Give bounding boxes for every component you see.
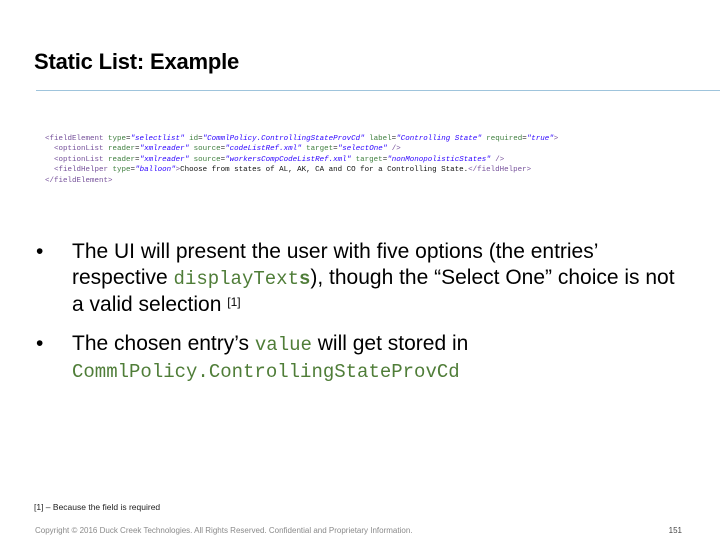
- code-token-attr: label: [369, 135, 392, 143]
- code-token-attr: target: [355, 155, 383, 164]
- code-line: <optionList reader="xmlreader" source="c…: [45, 144, 558, 154]
- code-token-tag: >: [553, 135, 559, 143]
- code-token-attr: source: [193, 145, 221, 154]
- bullet-list: • The UI will present the user with five…: [36, 239, 676, 398]
- inline-code-plural-suffix: s: [298, 268, 311, 290]
- code-token-tag: <optionList: [54, 145, 109, 154]
- code-token-attr: reader: [108, 155, 136, 164]
- code-token-val: "xmlreader": [139, 155, 190, 164]
- footnote: [1] – Because the field is required: [34, 502, 161, 512]
- code-line: <fieldElement type="selectlist" id="Comm…: [45, 134, 558, 144]
- footnote-reference: [1]: [227, 295, 241, 309]
- code-token-val: "workersCompCodeListRef.xml": [225, 155, 352, 164]
- code-line: <optionList reader="xmlreader" source="w…: [45, 155, 558, 165]
- bullet-item-value: • The chosen entry’s value will get stor…: [36, 331, 676, 385]
- code-token-attr: target: [306, 145, 334, 154]
- code-token-tag: <optionList: [54, 155, 109, 164]
- code-token-val: "selectlist": [130, 135, 185, 143]
- code-token-val: "balloon": [135, 166, 176, 175]
- code-token-val: "CommlPolicy.ControllingStateProvCd": [202, 135, 365, 143]
- copyright-footer: Copyright © 2016 Duck Creek Technologies…: [35, 526, 413, 535]
- slide-title: Static List: Example: [34, 49, 240, 74]
- code-token-val: "xmlreader": [139, 145, 190, 154]
- code-token-val: "Controlling State": [396, 135, 482, 143]
- code-token-text: Choose from states of AL, AK, CA and CO …: [180, 166, 469, 175]
- code-line: <fieldHelper type="balloon">Choose from …: [45, 165, 558, 175]
- inline-code-value: value: [254, 334, 312, 356]
- code-token-tag: </fieldElement>: [45, 176, 113, 185]
- bullet-marker: •: [36, 332, 44, 355]
- code-token-attr: reader: [108, 145, 136, 154]
- code-token-attr: source: [193, 155, 221, 164]
- code-token-val: "codeListRef.xml": [225, 145, 302, 154]
- xml-code-sample: <fieldElement type="selectlist" id="Comm…: [45, 134, 558, 186]
- code-token-val: "true": [526, 135, 554, 143]
- code-token-attr: type: [108, 135, 127, 143]
- bullet-text: will get stored in: [311, 332, 469, 355]
- code-token-tag: <fieldHelper: [54, 166, 113, 175]
- title-divider: [36, 90, 720, 91]
- code-line: </fieldElement>: [45, 176, 558, 186]
- code-token-tag: />: [387, 145, 401, 154]
- bullet-marker: •: [36, 240, 44, 263]
- code-token-tag: </fieldHelper>: [468, 166, 532, 175]
- page-number: 151: [668, 526, 682, 535]
- code-token-val: "nonMonopolisticStates": [387, 155, 491, 164]
- code-token-tag: <fieldElement: [45, 135, 109, 143]
- inline-code-displaytext: displayText: [173, 268, 299, 290]
- code-token-attr: required: [486, 135, 523, 143]
- inline-code-field-id: CommlPolicy.ControllingStateProvCd: [72, 361, 460, 383]
- bullet-item-options: • The UI will present the user with five…: [36, 239, 676, 318]
- code-token-val: "selectOne": [337, 145, 388, 154]
- bullet-text: The chosen entry’s: [72, 332, 255, 355]
- code-token-attr: id: [189, 135, 199, 143]
- code-token-attr: type: [112, 166, 131, 175]
- code-token-tag: />: [490, 155, 505, 164]
